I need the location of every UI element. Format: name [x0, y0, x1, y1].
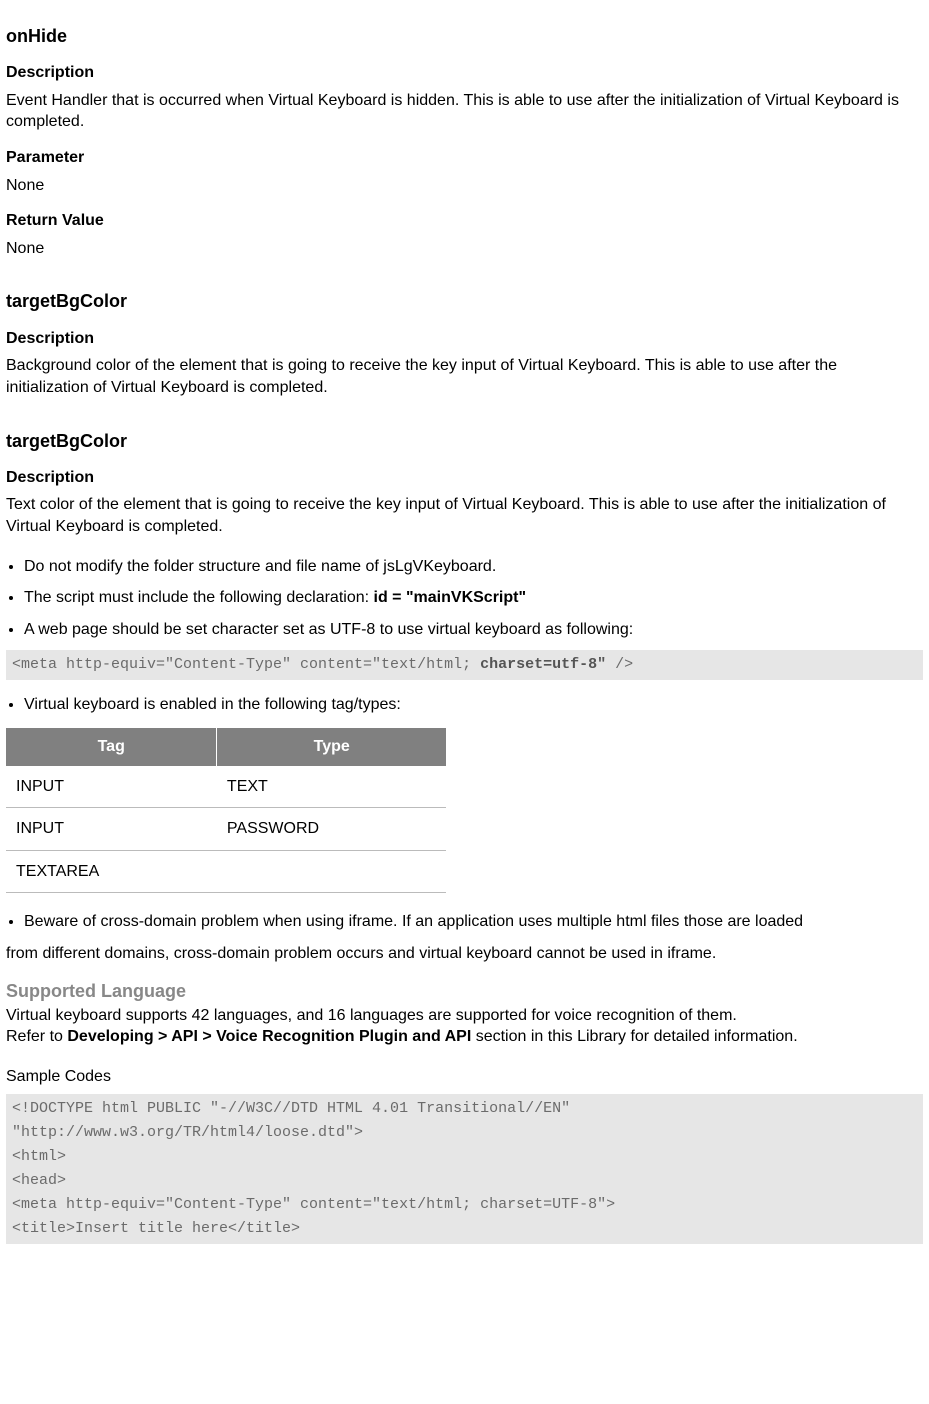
note-item-2-pre: The script must include the following de…: [24, 589, 374, 606]
table-row: INPUT TEXT: [6, 766, 446, 808]
table-header-type: Type: [217, 728, 446, 766]
sample-codes-block: <!DOCTYPE html PUBLIC "-//W3C//DTD HTML …: [6, 1094, 923, 1244]
meta-code-block: <meta http-equiv="Content-Type" content=…: [6, 650, 923, 680]
table-cell-tag: INPUT: [6, 808, 217, 851]
supported-line1: Virtual keyboard supports 42 languages, …: [6, 1005, 923, 1027]
targetbgcolor1-desc-text: Background color of the element that is …: [6, 355, 923, 398]
targetbgcolor2-desc-label: Description: [6, 467, 923, 489]
note-item-2: The script must include the following de…: [24, 587, 923, 609]
note-item-crossdomain-bullet: Beware of cross-domain problem when usin…: [24, 911, 923, 933]
table-cell-tag: INPUT: [6, 766, 217, 808]
table-cell-type: [217, 850, 446, 893]
table-row: INPUT PASSWORD: [6, 808, 446, 851]
table-cell-type: PASSWORD: [217, 808, 446, 851]
notes-list-1: Do not modify the folder structure and f…: [6, 556, 923, 641]
onhide-desc-text: Event Handler that is occurred when Virt…: [6, 90, 923, 133]
supported-line2-bold: Developing > API > Voice Recognition Plu…: [67, 1028, 471, 1045]
onhide-param-label: Parameter: [6, 147, 923, 169]
table-header-row: Tag Type: [6, 728, 446, 766]
meta-code-bold: charset=utf-8": [480, 656, 606, 673]
note-item-3: A web page should be set character set a…: [24, 619, 923, 641]
notes-list-2: Virtual keyboard is enabled in the follo…: [6, 694, 923, 716]
table-row: TEXTAREA: [6, 850, 446, 893]
supported-line2-pre: Refer to: [6, 1028, 67, 1045]
targetbgcolor2-title: targetBgColor: [6, 429, 923, 453]
meta-code-post: />: [606, 656, 633, 673]
onhide-return-label: Return Value: [6, 210, 923, 232]
onhide-desc-label: Description: [6, 62, 923, 84]
onhide-title: onHide: [6, 24, 923, 48]
targetbgcolor1-desc-label: Description: [6, 328, 923, 350]
note-item-crossdomain-cont: from different domains, cross-domain pro…: [6, 943, 923, 965]
sample-codes-label: Sample Codes: [6, 1066, 923, 1088]
targetbgcolor2-desc-text: Text color of the element that is going …: [6, 494, 923, 537]
table-cell-type: TEXT: [217, 766, 446, 808]
note-item-2-bold: id = "mainVKScript": [374, 589, 527, 606]
supported-line2-post: section in this Library for detailed inf…: [471, 1028, 797, 1045]
note-item-1: Do not modify the folder structure and f…: [24, 556, 923, 578]
meta-code-pre: <meta http-equiv="Content-Type" content=…: [12, 656, 480, 673]
onhide-return-text: None: [6, 238, 923, 260]
notes-list-3: Beware of cross-domain problem when usin…: [6, 911, 923, 933]
table-cell-tag: TEXTAREA: [6, 850, 217, 893]
note-item-tagtypes: Virtual keyboard is enabled in the follo…: [24, 694, 923, 716]
tag-type-table: Tag Type INPUT TEXT INPUT PASSWORD TEXTA…: [6, 728, 446, 893]
targetbgcolor1-title: targetBgColor: [6, 289, 923, 313]
table-header-tag: Tag: [6, 728, 217, 766]
supported-line2: Refer to Developing > API > Voice Recogn…: [6, 1026, 923, 1048]
onhide-param-text: None: [6, 175, 923, 197]
supported-language-title: Supported Language: [6, 979, 923, 1003]
